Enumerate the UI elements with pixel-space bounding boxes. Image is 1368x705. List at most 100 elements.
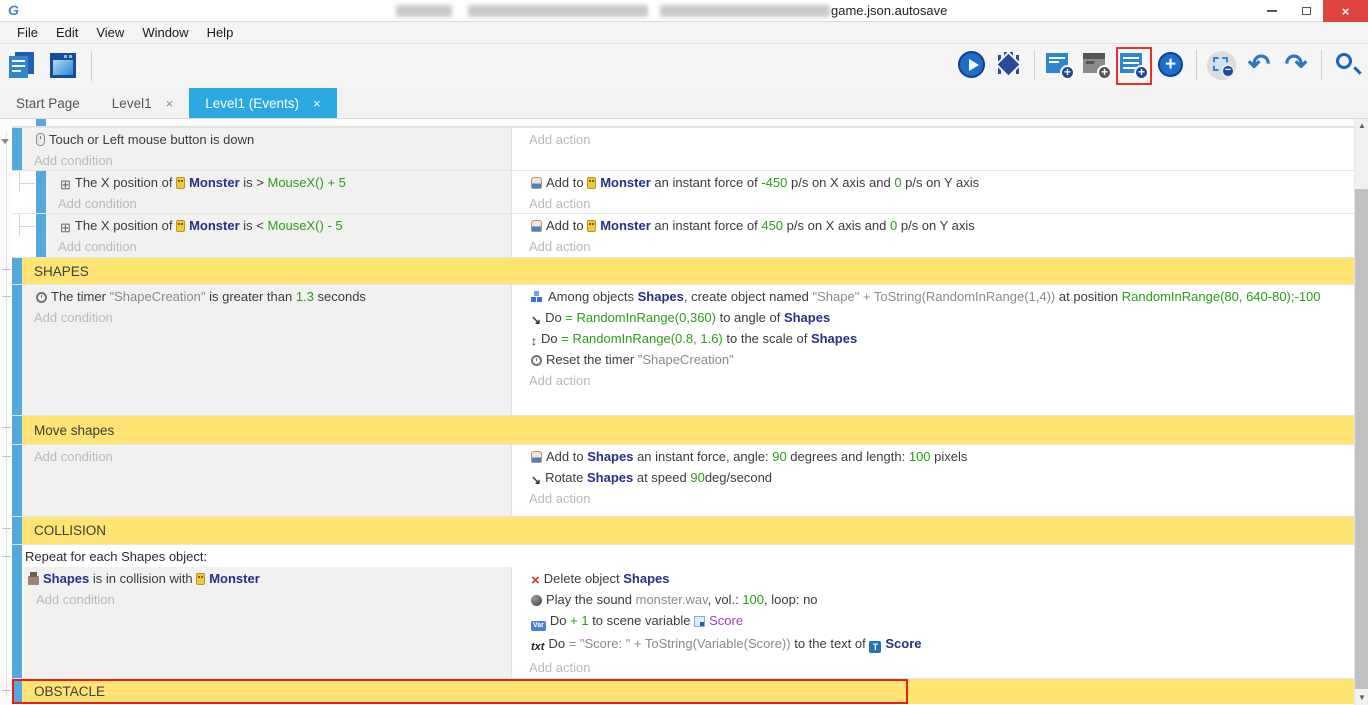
add-action-placeholder[interactable]: Add action	[517, 129, 1350, 150]
tab-level1[interactable]: Level1×	[96, 88, 189, 118]
actions-cell: Add to Monster an instant force of 450 p…	[511, 214, 1354, 257]
text-segment: at speed	[633, 470, 690, 485]
comment-event[interactable]: COLLISION	[12, 516, 1354, 544]
menu-help[interactable]: Help	[198, 25, 243, 40]
events-gutter	[0, 119, 12, 705]
text-segment: an instant force of	[651, 175, 762, 190]
foreach-header[interactable]: Repeat for each Shapes object:	[22, 545, 1354, 567]
scene-window-icon-dots	[69, 55, 72, 58]
action-line[interactable]: Reset the timer "ShapeCreation"	[517, 349, 1350, 370]
maximize-button[interactable]	[1289, 0, 1323, 22]
toolbar-separator	[1321, 50, 1322, 80]
add-condition-placeholder[interactable]: Add condition	[46, 236, 507, 257]
condition-line[interactable]: The timer "ShapeCreation" is greater tha…	[22, 286, 507, 307]
minimize-button[interactable]	[1255, 0, 1289, 22]
comment-event[interactable]: OBSTACLE	[12, 678, 1354, 704]
add-action-placeholder[interactable]: Add action	[517, 236, 1350, 257]
action-line[interactable]: ↘Do = RandomInRange(0,360) to angle of S…	[517, 307, 1350, 328]
debug-button[interactable]	[994, 49, 1024, 81]
text-segment: 90	[690, 470, 704, 485]
xpos-icon: ⊞	[60, 179, 71, 190]
add-condition-placeholder[interactable]: Add condition	[22, 150, 507, 171]
add-condition-placeholder[interactable]: Add condition	[22, 307, 507, 328]
action-line[interactable]: ×Delete object Shapes	[517, 568, 1350, 589]
action-line[interactable]: Add to Monster an instant force of 450 p…	[517, 215, 1350, 236]
search-icon-handle	[1353, 66, 1361, 74]
var-icon: Var	[531, 621, 546, 631]
action-line[interactable]: Add to Monster an instant force of -450 …	[517, 172, 1350, 193]
scrollbar-thumb[interactable]	[1355, 189, 1368, 689]
action-line[interactable]: ↘Rotate Shapes at speed 90deg/second	[517, 467, 1350, 488]
add-comment-button[interactable]: +	[1119, 49, 1149, 81]
text-segment: is	[240, 218, 257, 233]
scroll-up-arrow-icon[interactable]: ▲	[1355, 119, 1368, 133]
text-segment: seconds	[314, 289, 366, 304]
text-segment: Shapes	[623, 571, 669, 586]
close-icon: ×	[1342, 4, 1350, 19]
text-segment: is in collision with	[89, 571, 196, 586]
conditions-cell: Touch or Left mouse button is downAdd co…	[22, 128, 511, 170]
actions-cell: ×Delete object ShapesPlay the sound mons…	[511, 567, 1354, 679]
text-segment: monster.wav	[636, 592, 708, 607]
gutter-mark	[2, 269, 11, 270]
add-condition-placeholder[interactable]: Add condition	[46, 193, 507, 214]
text-segment: 0	[894, 175, 901, 190]
text-segment: Add to	[546, 175, 587, 190]
menu-view[interactable]: View	[87, 25, 133, 40]
condition-line[interactable]: Shapes is in collision with Monster	[24, 568, 507, 589]
comment-event[interactable]: Move shapes	[12, 415, 1354, 444]
text-segment: >	[256, 175, 267, 190]
action-line[interactable]: Add to Shapes an instant force, angle: 9…	[517, 446, 1350, 467]
comment-label: COLLISION	[22, 517, 1354, 544]
tab-start-page[interactable]: Start Page	[0, 88, 96, 118]
gutter-mark	[1, 139, 9, 144]
add-action-placeholder[interactable]: Add action	[517, 370, 1350, 391]
add-condition-placeholder[interactable]: Add condition	[22, 446, 507, 467]
conditions-cell: ⊞The X position of Monster is > MouseX()…	[46, 171, 511, 213]
menu-edit[interactable]: Edit	[47, 25, 87, 40]
close-icon[interactable]: ×	[166, 96, 174, 111]
add-condition-placeholder[interactable]: Add condition	[24, 589, 507, 610]
delete-selection-button[interactable]: −	[1207, 49, 1237, 81]
vertical-scrollbar[interactable]: ▲ ▼	[1354, 119, 1368, 705]
condition-line[interactable]: Touch or Left mouse button is down	[22, 129, 507, 150]
tab-strip: Start Page Level1× Level1 (Events)×	[0, 88, 1368, 118]
start-page-button[interactable]	[48, 50, 78, 82]
text-segment: Do	[548, 636, 568, 651]
comment-event[interactable]: SHAPES	[12, 257, 1354, 284]
add-action-placeholder[interactable]: Add action	[517, 488, 1350, 509]
conditions-cell: ⊞The X position of Monster is < MouseX()…	[46, 214, 511, 257]
action-line[interactable]: Play the sound monster.wav, vol.: 100, l…	[517, 589, 1350, 610]
preview-play-button[interactable]	[957, 49, 987, 81]
add-event-button[interactable]: +	[1045, 49, 1075, 81]
action-line[interactable]: txtDo = "Score: " + ToString(Variable(Sc…	[517, 633, 1350, 657]
add-more-event-types-button[interactable]: +	[1156, 49, 1186, 81]
text-segment: Play the sound	[546, 592, 636, 607]
menu-window[interactable]: Window	[133, 25, 197, 40]
redo-button[interactable]: ↷	[1281, 49, 1311, 81]
action-line[interactable]: Among objects Shapes, create object name…	[517, 286, 1350, 307]
event-color-bar	[12, 445, 22, 516]
textobj-icon: T	[869, 641, 881, 653]
add-action-placeholder[interactable]: Add action	[517, 193, 1350, 214]
scroll-down-arrow-icon[interactable]: ▼	[1355, 691, 1368, 705]
search-button[interactable]	[1332, 49, 1362, 81]
action-line[interactable]: VarDo + 1 to scene variable Score	[517, 610, 1350, 633]
monster-icon	[587, 220, 596, 232]
close-icon[interactable]: ×	[313, 96, 321, 111]
condition-line[interactable]: ⊞The X position of Monster is < MouseX()…	[46, 215, 507, 236]
menu-file[interactable]: File	[8, 25, 47, 40]
action-line[interactable]: ↕Do = RandomInRange(0.8, 1.6) to the sca…	[517, 328, 1350, 349]
add-action-placeholder[interactable]: Add action	[517, 657, 1350, 678]
tab-level1-events[interactable]: Level1 (Events)×	[189, 88, 336, 118]
text-segment: Monster	[600, 218, 651, 233]
toolbar: + + + + − ↶ ↷	[0, 44, 1368, 88]
text-segment: an instant force, angle:	[633, 449, 772, 464]
add-subevent-button[interactable]: +	[1082, 49, 1112, 81]
text-segment: Shapes	[811, 331, 857, 346]
actions-cell: Among objects Shapes, create object name…	[511, 285, 1354, 415]
condition-line[interactable]: ⊞The X position of Monster is > MouseX()…	[46, 172, 507, 193]
close-button[interactable]: ×	[1323, 0, 1368, 22]
project-manager-button[interactable]	[8, 50, 38, 82]
undo-button[interactable]: ↶	[1244, 49, 1274, 81]
